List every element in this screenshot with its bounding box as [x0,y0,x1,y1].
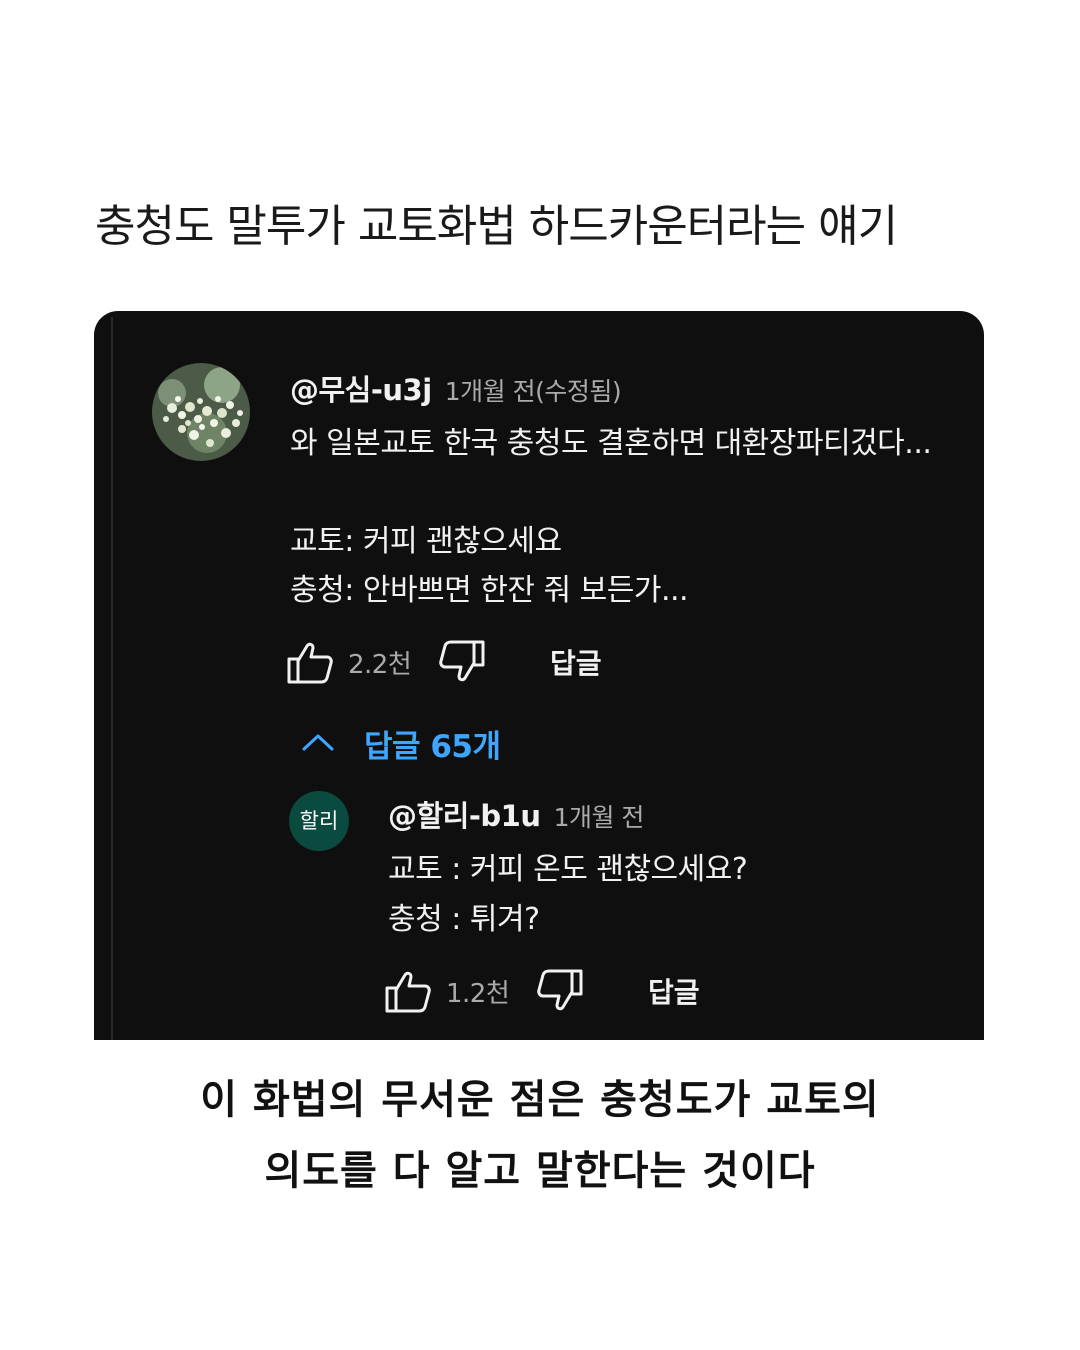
page-title: 충청도 말투가 교토화법 하드카운터라는 얘기 [95,201,898,252]
reply-button[interactable]: 답글 [648,971,700,1011]
comment-timestamp[interactable]: 1개월 전(수정됨) [445,377,622,406]
like-count: 1.2천 [446,978,510,1009]
comment-line: 충청: 안바쁘면 한잔 줘 보든가... [290,573,689,608]
comment-actions: 2.2천 답글 [286,638,602,686]
replies-toggle[interactable]: 답글 65개 [300,721,501,766]
reply-text: 교토 : 커피 온도 괜찮으세요? 충청 : 튀겨? [388,845,748,945]
like-count: 2.2천 [348,649,412,680]
reply-avatar[interactable]: 할리 [289,791,349,851]
avatar[interactable] [152,363,250,461]
caption-line: 이 화법의 무서운 점은 충청도가 교토의 [200,1077,880,1123]
reply-header: @할리-b1u 1개월 전 [388,793,644,835]
comment-text: 와 일본교토 한국 충청도 결혼하면 대환장파티겄다... 교토: 커피 괜찮으… [290,419,932,615]
caption-line: 의도를 다 알고 말한다는 것이다 [264,1148,816,1194]
thumbs-up-icon[interactable] [384,967,432,1015]
comment-card: @무심-u3j 1개월 전(수정됨) 와 일본교토 한국 충청도 결혼하면 대환… [94,311,984,1040]
thumbs-up-icon[interactable] [286,638,334,686]
thumbs-down-icon[interactable] [536,967,584,1015]
reply-actions: 1.2천 답글 [384,967,700,1015]
reply-author[interactable]: @할리-b1u [388,799,541,833]
comment-author[interactable]: @무심-u3j [290,373,432,407]
comment-line [290,468,931,517]
reply-line: 충청 : 튀겨? [388,902,540,937]
reply-button[interactable]: 답글 [550,642,602,682]
reply-timestamp[interactable]: 1개월 전 [554,803,645,832]
reply-line: 교토 : 커피 온도 괜찮으세요? [388,852,748,887]
chevron-up-icon [300,724,336,764]
thumbs-down-icon[interactable] [438,638,486,686]
comment-line: 교토: 커피 괜찮으세요 [290,524,562,559]
comment-header: @무심-u3j 1개월 전(수정됨) [290,367,622,409]
card-divider [111,317,113,1040]
replies-count-label: 답글 65개 [364,729,501,765]
comment-line: 와 일본교토 한국 충청도 결혼하면 대환장파티겄다... [290,426,932,461]
